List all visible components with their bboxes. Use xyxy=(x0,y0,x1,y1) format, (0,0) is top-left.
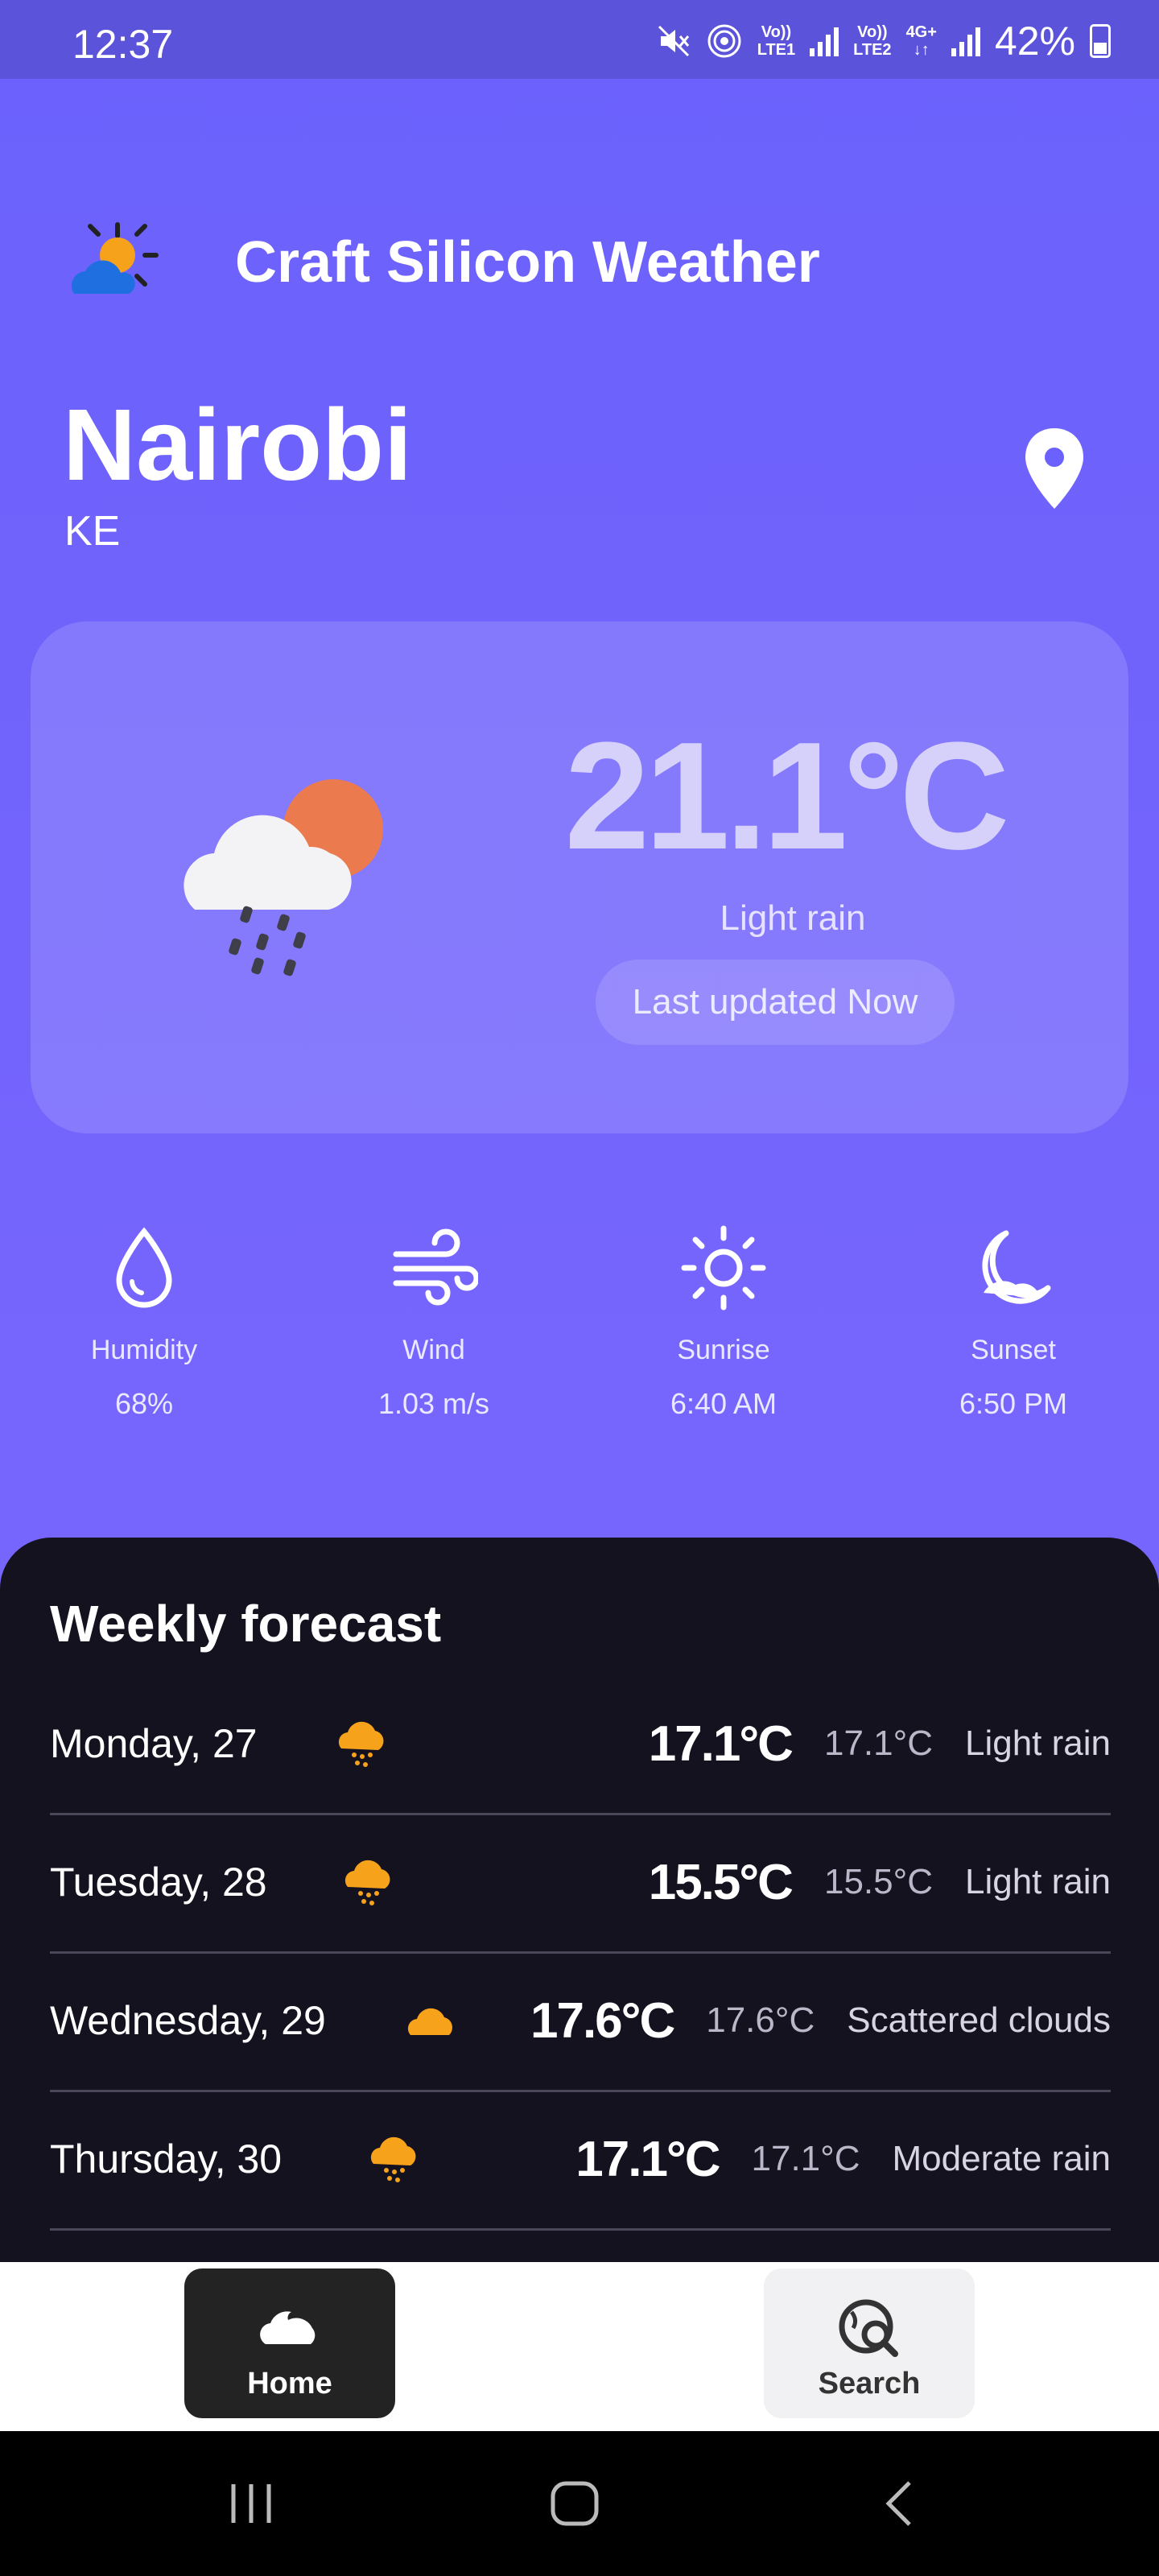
status-icons: Vo)) LTE1 Vo)) LTE2 4G+ ↓↑ 42% xyxy=(656,18,1111,64)
status-bar: 12:37 Vo)) LTE1 Vo)) LTE2 4G+ ↓↑ 42% xyxy=(0,0,1159,79)
forecast-high: 17.1°C xyxy=(648,1715,794,1772)
last-updated-badge: Last updated Now xyxy=(596,960,955,1045)
forecast-condition: Light rain xyxy=(964,1724,1111,1763)
back-icon[interactable] xyxy=(879,2479,919,2528)
forecast-low: 17.6°C xyxy=(706,2000,815,2040)
stat-wind: Wind 1.03 m/s xyxy=(329,1224,538,1421)
nav-search-button[interactable]: Search xyxy=(764,2268,975,2418)
sunrise-value: 6:40 AM xyxy=(670,1387,777,1420)
nav-search-label: Search xyxy=(818,2367,921,2401)
forecast-row[interactable]: Monday, 27 17.1°C 17.1°C Light rain xyxy=(50,1674,1111,1815)
rain-cloud-icon xyxy=(344,1860,390,1905)
forecast-high: 15.5°C xyxy=(648,1854,794,1910)
sim2-network: Vo)) LTE2 xyxy=(853,23,891,59)
sunset-value: 6:50 PM xyxy=(959,1387,1068,1420)
forecast-condition: Scattered clouds xyxy=(847,2000,1111,2040)
forecast-high: 17.6°C xyxy=(530,1992,675,2049)
forecast-row[interactable]: Thursday, 30 17.1°C 17.1°C Moderate rain xyxy=(50,2090,1111,2231)
humidity-label: Humidity xyxy=(90,1335,198,1365)
sim2-data-type: 4G+ xyxy=(905,23,937,41)
sim2-volte: Vo)) xyxy=(857,23,888,41)
weekly-forecast-title: Weekly forecast xyxy=(50,1595,442,1653)
moon-icon xyxy=(982,1230,1051,1304)
forecast-row[interactable]: Tuesday, 28 15.5°C 15.5°C Light rain xyxy=(50,1813,1111,1954)
cloud-icon xyxy=(407,2008,452,2035)
nav-home-button[interactable]: Home xyxy=(184,2268,395,2418)
sim2-type: LTE2 xyxy=(853,41,892,59)
humidity-value: 68% xyxy=(114,1387,174,1420)
nav-home-label: Home xyxy=(247,2367,332,2401)
forecast-values: 15.5°C 15.5°C Light rain xyxy=(649,1813,1111,1951)
globe-search-icon xyxy=(839,2299,898,2357)
data-arrows-icon: ↓↑ xyxy=(913,41,930,59)
rain-cloud-sun-icon xyxy=(184,779,383,976)
mute-icon xyxy=(658,25,689,57)
home-icon[interactable] xyxy=(549,2479,602,2528)
current-description: Light rain xyxy=(720,898,866,938)
sim1-volte: Vo)) xyxy=(761,23,792,41)
rain-cloud-icon xyxy=(370,2136,416,2182)
wind-icon xyxy=(393,1228,478,1306)
sim1-type: LTE1 xyxy=(757,41,796,59)
forecast-values: 17.6°C 17.6°C Scattered clouds xyxy=(530,1951,1111,2090)
weekly-forecast-panel: Weekly forecast Monday, 27 17.1°C 17.1°C… xyxy=(0,1538,1159,2262)
stat-sunrise: Sunrise 6:40 AM xyxy=(619,1224,828,1421)
sun-cloud-icon xyxy=(71,222,159,294)
sunrise-label: Sunrise xyxy=(677,1335,770,1365)
cloud-icon xyxy=(260,2311,316,2344)
city-name: Nairobi xyxy=(63,388,413,502)
sim1-network: Vo)) LTE1 xyxy=(757,23,795,59)
droplet-icon xyxy=(116,1227,172,1308)
forecast-low: 17.1°C xyxy=(823,1724,933,1763)
forecast-day: Tuesday, 28 xyxy=(50,1860,267,1905)
forecast-high: 17.1°C xyxy=(575,2131,720,2187)
forecast-values: 17.1°C 17.1°C Moderate rain xyxy=(575,2090,1111,2228)
sunset-label: Sunset xyxy=(971,1335,1056,1365)
country-code: KE xyxy=(64,508,121,555)
sun-icon xyxy=(681,1225,766,1311)
forecast-day: Thursday, 30 xyxy=(50,2136,283,2182)
wind-value: 1.03 m/s xyxy=(377,1387,490,1420)
forecast-low: 15.5°C xyxy=(823,1862,933,1901)
forecast-low: 17.1°C xyxy=(751,2139,860,2178)
battery-percent: 42% xyxy=(994,19,1075,64)
status-time: 12:37 xyxy=(72,22,174,67)
weather-stats: Humidity 68% Wind 1.03 m/s Sunrise 6:40 … xyxy=(0,1224,1159,1433)
hotspot-icon xyxy=(707,24,741,58)
stat-sunset: Sunset 6:50 PM xyxy=(909,1224,1118,1421)
forecast-condition: Light rain xyxy=(964,1862,1111,1901)
signal-icon xyxy=(951,26,980,56)
system-nav-bar xyxy=(0,2431,1159,2576)
current-temperature: 21.1°C xyxy=(564,711,1010,881)
battery-icon xyxy=(1090,24,1111,58)
wind-label: Wind xyxy=(402,1335,465,1365)
forecast-day: Wednesday, 29 xyxy=(50,1998,326,2043)
forecast-row[interactable]: Wednesday, 29 17.6°C 17.6°C Scattered cl… xyxy=(50,1951,1111,2092)
forecast-values: 17.1°C 17.1°C Light rain xyxy=(649,1674,1111,1813)
forecast-day: Monday, 27 xyxy=(50,1721,258,1766)
stat-humidity: Humidity 68% xyxy=(39,1224,249,1421)
sim2-data: 4G+ ↓↑ xyxy=(906,23,937,59)
forecast-condition: Moderate rain xyxy=(892,2139,1111,2178)
recent-apps-icon[interactable] xyxy=(227,2479,275,2528)
rain-cloud-icon xyxy=(338,1721,384,1767)
signal-icon xyxy=(810,26,839,56)
app-title: Craft Silicon Weather xyxy=(235,230,820,295)
bottom-nav: Home Search xyxy=(0,2262,1159,2431)
map-pin-icon[interactable] xyxy=(1022,427,1087,510)
